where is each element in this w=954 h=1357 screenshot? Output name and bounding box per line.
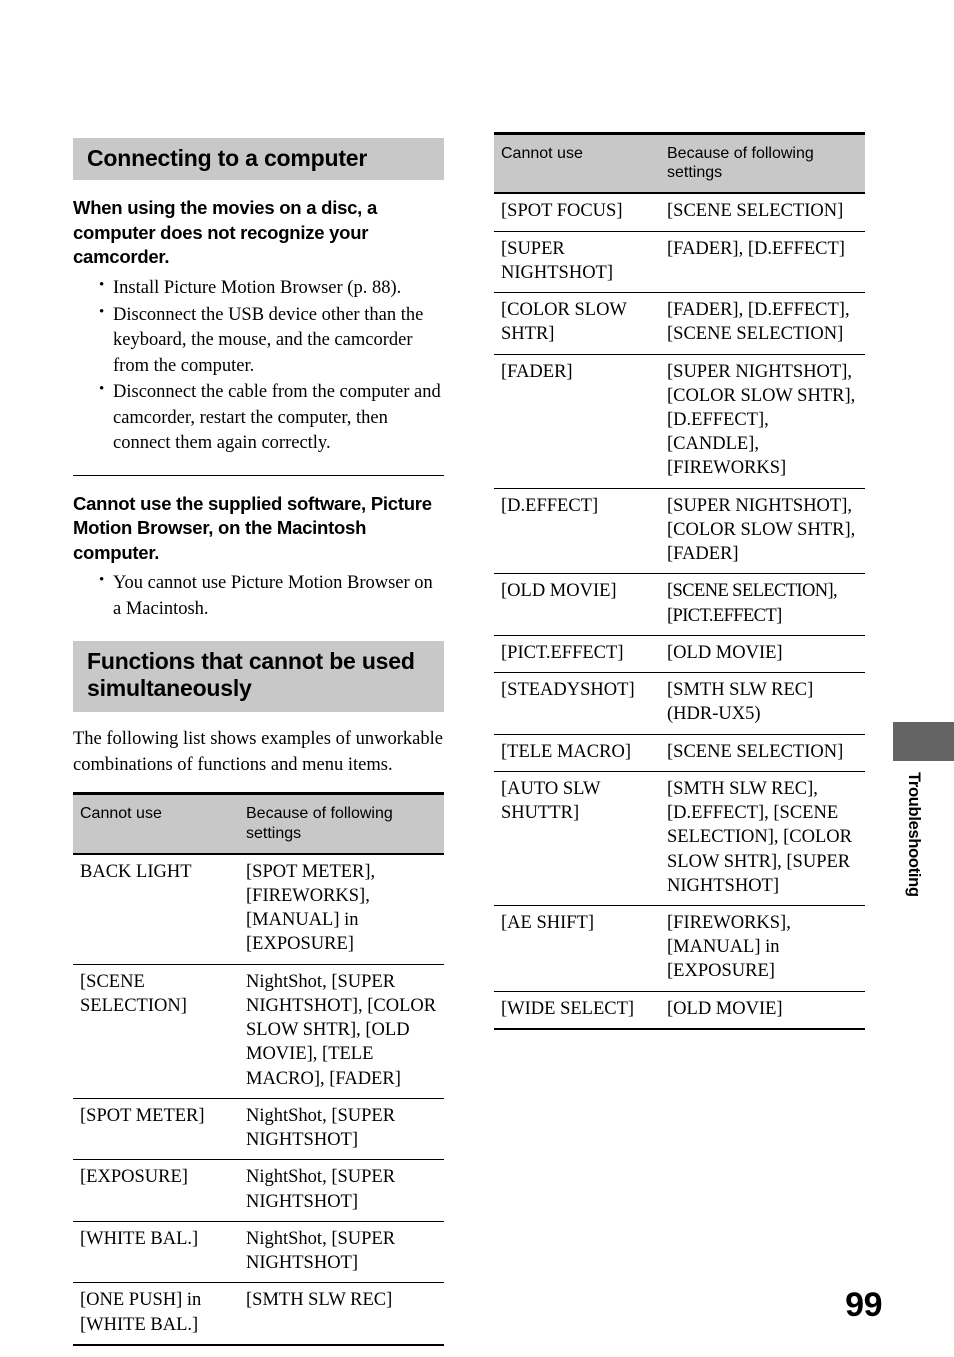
table-row: [FADER] [SUPER NIGHTSHOT], [COLOR SLOW S… bbox=[494, 354, 865, 489]
cell-cannot-use: [SCENE SELECTION] bbox=[73, 964, 239, 1099]
table-row: [STEADYSHOT] [SMTH SLW REC] (HDR-UX5) bbox=[494, 672, 865, 735]
table-row: [AE SHIFT] [FIREWORKS], [MANUAL] in [EXP… bbox=[494, 905, 865, 992]
cell-settings: NightShot, [SUPER NIGHTSHOT] bbox=[239, 1098, 444, 1161]
cell-settings: [SUPER NIGHTSHOT], [COLOR SLOW SHTR], [F… bbox=[660, 488, 865, 575]
section-banner-connecting-to-a-computer: Connecting to a computer bbox=[73, 138, 444, 181]
list-item: Install Picture Motion Browser (p. 88). bbox=[99, 275, 444, 302]
cell-settings: [SMTH SLW REC] (HDR-UX5) bbox=[660, 672, 865, 735]
left-column: Connecting to a computer When using the … bbox=[73, 138, 444, 1346]
cell-cannot-use: [WHITE BAL.] bbox=[73, 1221, 239, 1284]
right-combination-table: Cannot use Because of following settings… bbox=[494, 132, 865, 1030]
column-header-cannot-use: Cannot use bbox=[494, 132, 660, 195]
column-header-because-of-settings: Because of following settings bbox=[239, 792, 444, 855]
list-item: You cannot use Picture Motion Browser on… bbox=[99, 570, 444, 622]
table-row: [TELE MACRO] [SCENE SELECTION] bbox=[494, 734, 865, 772]
table-header-row: Cannot use Because of following settings bbox=[494, 132, 865, 195]
table-row: [SPOT METER] NightShot, [SUPER NIGHTSHOT… bbox=[73, 1098, 444, 1161]
cell-cannot-use: [SPOT FOCUS] bbox=[494, 193, 660, 232]
cell-settings: NightShot, [SUPER NIGHTSHOT] bbox=[239, 1221, 444, 1284]
cell-settings: [FADER], [D.EFFECT] bbox=[660, 231, 865, 294]
cell-settings: [FADER], [D.EFFECT], [SCENE SELECTION] bbox=[660, 292, 865, 355]
cell-settings: [OLD MOVIE] bbox=[660, 991, 865, 1030]
table-row: [PICT.EFFECT] [OLD MOVIE] bbox=[494, 635, 865, 674]
cell-cannot-use: [AE SHIFT] bbox=[494, 905, 660, 992]
column-header-cannot-use: Cannot use bbox=[73, 792, 239, 855]
cell-cannot-use: [OLD MOVIE] bbox=[494, 573, 660, 636]
cell-cannot-use: [TELE MACRO] bbox=[494, 734, 660, 772]
table-row: [WHITE BAL.] NightShot, [SUPER NIGHTSHOT… bbox=[73, 1221, 444, 1284]
table-row: BACK LIGHT [SPOT METER], [FIREWORKS], [M… bbox=[73, 853, 444, 965]
intro-paragraph: The following list shows examples of unw… bbox=[73, 728, 443, 776]
table-header-row: Cannot use Because of following settings bbox=[73, 792, 444, 855]
table-row: [SPOT FOCUS] [SCENE SELECTION] bbox=[494, 193, 865, 232]
subheading-movies-on-disc: When using the movies on a disc, a compu… bbox=[73, 197, 378, 268]
cell-cannot-use: [COLOR SLOW SHTR] bbox=[494, 292, 660, 355]
column-header-because-of-settings: Because of following settings bbox=[660, 132, 865, 195]
cell-settings: NightShot, [SUPER NIGHTSHOT] bbox=[239, 1159, 444, 1222]
cell-settings: [SMTH SLW REC], [D.EFFECT], [SCENE SELEC… bbox=[660, 771, 865, 907]
bullet-list-macintosh: You cannot use Picture Motion Browser on… bbox=[73, 570, 444, 622]
cell-settings: [OLD MOVIE] bbox=[660, 635, 865, 674]
cell-settings: [SPOT METER], [FIREWORKS], [MANUAL] in [… bbox=[239, 853, 444, 965]
cell-cannot-use: [WIDE SELECT] bbox=[494, 991, 660, 1030]
document-page: Connecting to a computer When using the … bbox=[0, 0, 954, 1357]
cell-cannot-use: [PICT.EFFECT] bbox=[494, 635, 660, 674]
cell-settings: [SCENE SELECTION], [PICT.EFFECT] bbox=[660, 573, 865, 636]
right-column: Cannot use Because of following settings… bbox=[494, 132, 865, 1030]
table-row: [COLOR SLOW SHTR] [FADER], [D.EFFECT], [… bbox=[494, 292, 865, 355]
cell-cannot-use: [SUPER NIGHTSHOT] bbox=[494, 231, 660, 294]
subheading-macintosh-computer: Cannot use the supplied software, Pictur… bbox=[73, 492, 432, 563]
section-divider-rule bbox=[73, 474, 444, 476]
chapter-tab-marker bbox=[893, 722, 954, 761]
table-row: [OLD MOVIE] [SCENE SELECTION], [PICT.EFF… bbox=[494, 573, 865, 636]
cell-settings: [SUPER NIGHTSHOT], [COLOR SLOW SHTR], [D… bbox=[660, 354, 865, 489]
table-row: [D.EFFECT] [SUPER NIGHTSHOT], [COLOR SLO… bbox=[494, 488, 865, 575]
left-combination-table: Cannot use Because of following settings… bbox=[73, 792, 444, 1346]
cell-settings: [FIREWORKS], [MANUAL] in [EXPOSURE] bbox=[660, 905, 865, 992]
page-number: 99 bbox=[845, 1286, 882, 1324]
cell-cannot-use: [EXPOSURE] bbox=[73, 1159, 239, 1222]
table-row: [SCENE SELECTION] NightShot, [SUPER NIGH… bbox=[73, 964, 444, 1099]
cell-cannot-use: [FADER] bbox=[494, 354, 660, 489]
table-row: [ONE PUSH] in [WHITE BAL.] [SMTH SLW REC… bbox=[73, 1282, 444, 1346]
cell-settings: [SMTH SLW REC] bbox=[239, 1282, 444, 1346]
cell-cannot-use: [AUTO SLW SHUTTR] bbox=[494, 771, 660, 907]
table-row: [SUPER NIGHTSHOT] [FADER], [D.EFFECT] bbox=[494, 231, 865, 294]
cell-settings: [SCENE SELECTION] bbox=[660, 193, 865, 232]
cell-cannot-use: BACK LIGHT bbox=[73, 853, 239, 965]
table-row: [WIDE SELECT] [OLD MOVIE] bbox=[494, 991, 865, 1030]
cell-settings: NightShot, [SUPER NIGHTSHOT], [COLOR SLO… bbox=[239, 964, 444, 1099]
list-item: Disconnect the USB device other than the… bbox=[99, 302, 444, 380]
table-row: [EXPOSURE] NightShot, [SUPER NIGHTSHOT] bbox=[73, 1159, 444, 1222]
table-row: [AUTO SLW SHUTTR] [SMTH SLW REC], [D.EFF… bbox=[494, 771, 865, 907]
cell-cannot-use: [ONE PUSH] in [WHITE BAL.] bbox=[73, 1282, 239, 1346]
section-banner-functions-cannot-be-used: Functions that cannot be used simultaneo… bbox=[73, 641, 444, 712]
cell-cannot-use: [STEADYSHOT] bbox=[494, 672, 660, 735]
list-item: Disconnect the cable from the computer a… bbox=[99, 379, 444, 457]
cell-cannot-use: [SPOT METER] bbox=[73, 1098, 239, 1161]
cell-cannot-use: [D.EFFECT] bbox=[494, 488, 660, 575]
bullet-list-movies-on-disc: Install Picture Motion Browser (p. 88). … bbox=[73, 275, 444, 457]
chapter-tab-label-troubleshooting: Troubleshooting bbox=[905, 772, 923, 897]
cell-settings: [SCENE SELECTION] bbox=[660, 734, 865, 772]
